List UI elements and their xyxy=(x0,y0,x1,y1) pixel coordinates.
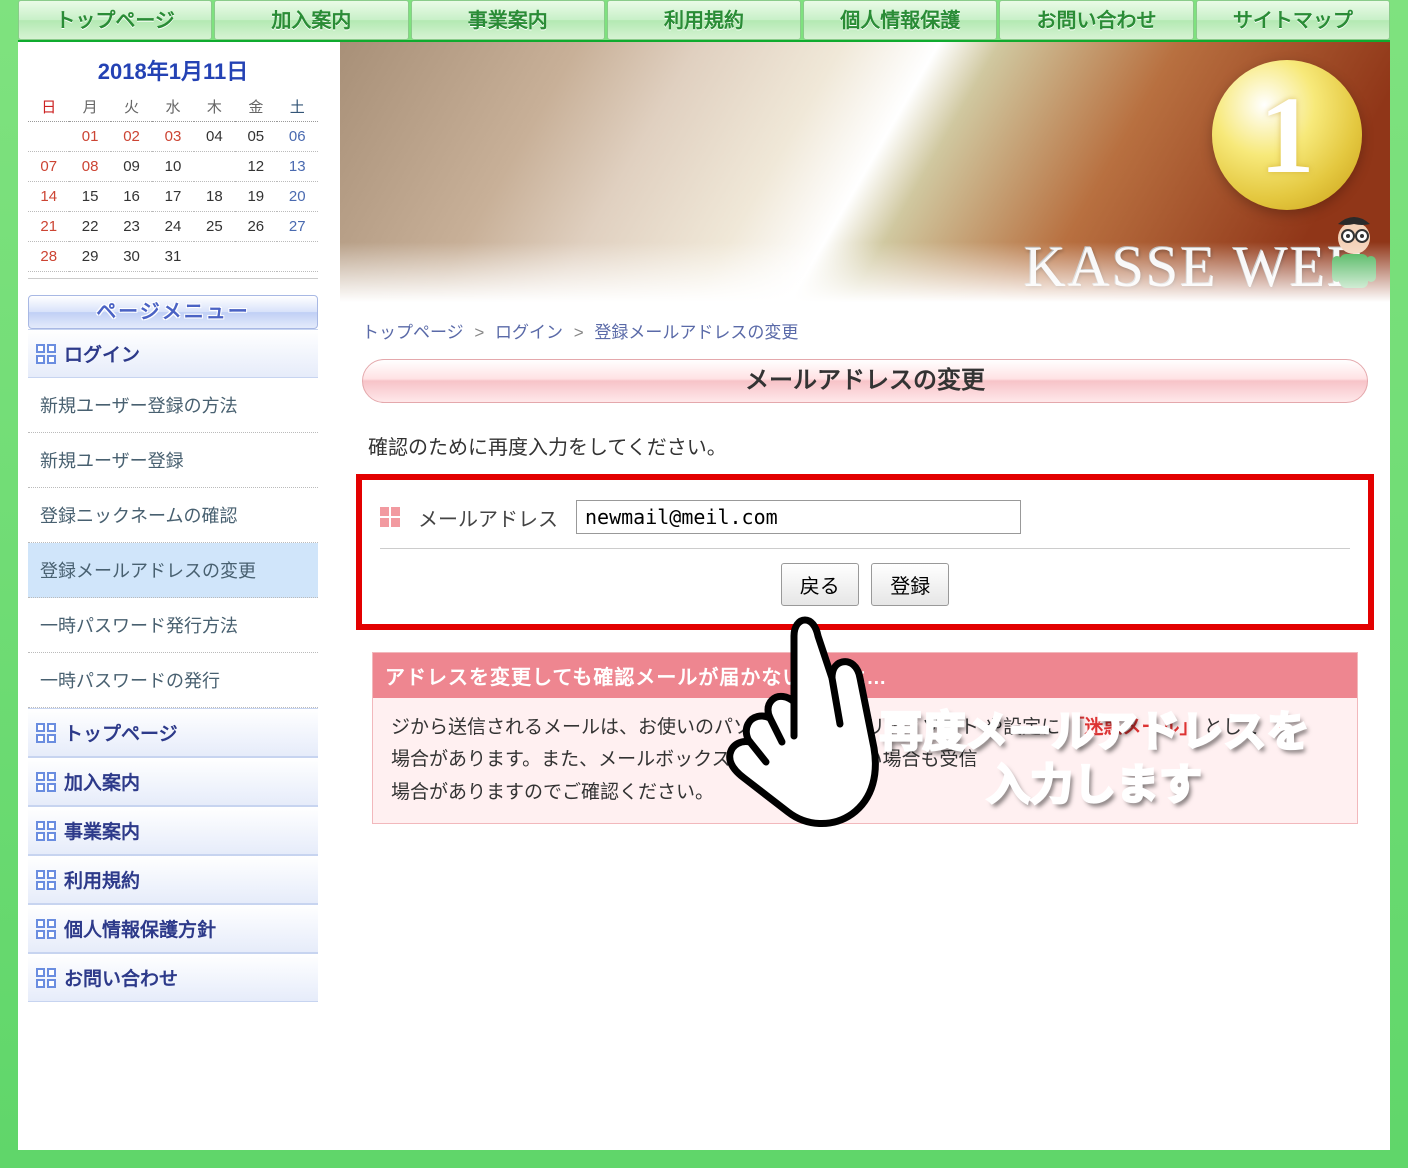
breadcrumb-1[interactable]: ログイン xyxy=(495,323,563,342)
nav-個人情報保護[interactable]: 個人情報保護 xyxy=(803,0,997,40)
cal-day-30[interactable]: 30 xyxy=(111,242,152,272)
menu-heading-加入案内[interactable]: 加入案内 xyxy=(28,757,318,806)
menu-icon xyxy=(36,723,56,743)
calendar-title: 2018年1月11日 xyxy=(28,54,318,86)
field-icon xyxy=(380,507,400,527)
breadcrumb-0[interactable]: トップページ xyxy=(362,323,464,342)
mascot-icon xyxy=(1322,214,1386,302)
cal-day-04[interactable]: 04 xyxy=(194,122,235,152)
calendar-widget: 2018年1月11日 日月火水木金土0102030405060708091011… xyxy=(28,54,318,279)
menu-item-一時パスワードの発行[interactable]: 一時パスワードの発行 xyxy=(28,653,318,708)
main-content: 1 KASSE WEB トップページ > ログイン > 登録メールアドレスの変更… xyxy=(340,42,1390,1150)
cal-day-05[interactable]: 05 xyxy=(235,122,276,152)
cal-day-22[interactable]: 22 xyxy=(69,212,110,242)
menu-heading-事業案内[interactable]: 事業案内 xyxy=(28,806,318,855)
cal-day-06[interactable]: 06 xyxy=(277,122,318,152)
menu-heading-利用規約[interactable]: 利用規約 xyxy=(28,855,318,904)
menu-icon xyxy=(36,344,56,364)
cal-day-24[interactable]: 24 xyxy=(152,212,193,242)
instruction-text: 確認のために再度入力をしてください。 xyxy=(340,409,1390,474)
cal-day-01[interactable]: 01 xyxy=(69,122,110,152)
nav-加入案内[interactable]: 加入案内 xyxy=(214,0,408,40)
month-badge: 1 xyxy=(1212,60,1362,210)
cal-day-02[interactable]: 02 xyxy=(111,122,152,152)
sidebar: 2018年1月11日 日月火水木金土0102030405060708091011… xyxy=(18,42,328,1150)
hero-banner: 1 KASSE WEB xyxy=(340,42,1390,302)
nav-お問い合わせ[interactable]: お問い合わせ xyxy=(999,0,1193,40)
nav-事業案内[interactable]: 事業案内 xyxy=(411,0,605,40)
warning-title: アドレスを変更しても確認メールが届かない場合は… xyxy=(373,653,1357,698)
menu-heading-ログイン[interactable]: ログイン xyxy=(28,329,318,378)
menu-item-新規ユーザー登録[interactable]: 新規ユーザー登録 xyxy=(28,433,318,488)
cal-day-16[interactable]: 16 xyxy=(111,182,152,212)
menu-icon xyxy=(36,821,56,841)
cal-day-12[interactable]: 12 xyxy=(235,152,276,182)
cal-day-09[interactable]: 09 xyxy=(111,152,152,182)
cal-day-15[interactable]: 15 xyxy=(69,182,110,212)
email-form: メールアドレス 戻る 登録 xyxy=(356,474,1374,630)
cal-day-18[interactable]: 18 xyxy=(194,182,235,212)
cal-day-23[interactable]: 23 xyxy=(111,212,152,242)
cal-day-13[interactable]: 13 xyxy=(277,152,318,182)
site-title: KASSE WEB xyxy=(1024,233,1368,300)
menu-icon xyxy=(36,968,56,988)
top-nav: トップページ加入案内事業案内利用規約個人情報保護お問い合わせサイトマップ xyxy=(18,0,1390,40)
cal-day-11[interactable]: 11 xyxy=(194,152,235,182)
cal-day-03[interactable]: 03 xyxy=(152,122,193,152)
cal-day-31[interactable]: 31 xyxy=(152,242,193,272)
menu-item-登録メールアドレスの変更[interactable]: 登録メールアドレスの変更 xyxy=(28,543,318,598)
cal-day-08[interactable]: 08 xyxy=(69,152,110,182)
page-title: メールアドレスの変更 xyxy=(362,359,1368,403)
nav-利用規約[interactable]: 利用規約 xyxy=(607,0,801,40)
cal-day-20[interactable]: 20 xyxy=(277,182,318,212)
breadcrumb: トップページ > ログイン > 登録メールアドレスの変更 xyxy=(340,302,1390,353)
warning-body: ジから送信されるメールは、お使いのパソコンのセキュリティソフト や設定に 「迷惑… xyxy=(373,698,1357,823)
nav-サイトマップ[interactable]: サイトマップ xyxy=(1196,0,1390,40)
menu-heading-お問い合わせ[interactable]: お問い合わせ xyxy=(28,953,318,1002)
calendar-grid: 日月火水木金土010203040506070809101112131415161… xyxy=(28,92,318,272)
nav-トップページ[interactable]: トップページ xyxy=(18,0,212,40)
menu-item-登録ニックネームの確認[interactable]: 登録ニックネームの確認 xyxy=(28,488,318,543)
menu-item-一時パスワード発行方法[interactable]: 一時パスワード発行方法 xyxy=(28,598,318,653)
cal-day-28[interactable]: 28 xyxy=(28,242,69,272)
menu-item-新規ユーザー登録の方法[interactable]: 新規ユーザー登録の方法 xyxy=(28,378,318,433)
cal-day-29[interactable]: 29 xyxy=(69,242,110,272)
menu-icon xyxy=(36,919,56,939)
menu-heading-トップページ[interactable]: トップページ xyxy=(28,708,318,757)
page-menu-header: ページメニュー xyxy=(28,295,318,329)
back-button[interactable]: 戻る xyxy=(781,563,859,606)
cal-day-21[interactable]: 21 xyxy=(28,212,69,242)
cal-day-07[interactable]: 07 xyxy=(28,152,69,182)
cal-day-27[interactable]: 27 xyxy=(277,212,318,242)
cal-day-25[interactable]: 25 xyxy=(194,212,235,242)
cal-day-10[interactable]: 10 xyxy=(152,152,193,182)
email-label: メールアドレス xyxy=(418,503,558,532)
submit-button[interactable]: 登録 xyxy=(871,563,949,606)
menu-icon xyxy=(36,772,56,792)
cal-day-26[interactable]: 26 xyxy=(235,212,276,242)
cal-day-17[interactable]: 17 xyxy=(152,182,193,212)
menu-icon xyxy=(36,870,56,890)
breadcrumb-2: 登録メールアドレスの変更 xyxy=(594,323,798,342)
email-input[interactable] xyxy=(576,500,1021,534)
warning-box: アドレスを変更しても確認メールが届かない場合は… ジから送信されるメールは、お使… xyxy=(372,652,1358,824)
cal-day-19[interactable]: 19 xyxy=(235,182,276,212)
menu-heading-個人情報保護方針[interactable]: 個人情報保護方針 xyxy=(28,904,318,953)
cal-day-14[interactable]: 14 xyxy=(28,182,69,212)
